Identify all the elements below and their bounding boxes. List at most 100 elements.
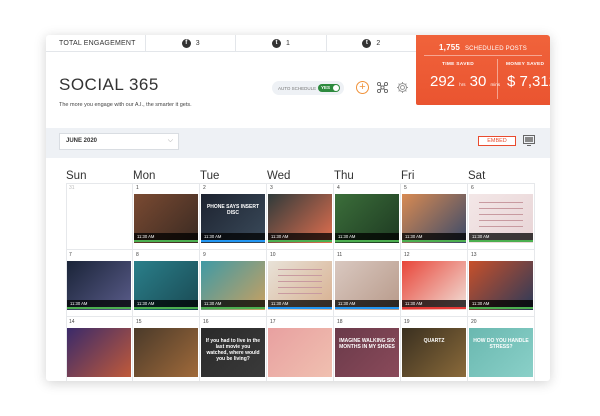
twitter-count: 1 (286, 39, 290, 47)
post-time: 11:30 AM (335, 233, 399, 240)
auto-schedule-control: AUTO SCHEDULE YES (272, 81, 344, 95)
day-number: 2 (203, 185, 206, 191)
month-select[interactable]: JUNE 2020 (59, 133, 179, 150)
calendar-day-2[interactable]: 2 PHONE SAYS INSERT DISC 11:30 AM (200, 183, 267, 250)
calendar-day-4[interactable]: 4 11:30 AM (334, 183, 401, 250)
calendar-day-15[interactable]: 15 (133, 317, 200, 381)
calendar-day-13[interactable]: 13 11:30 AM (468, 250, 535, 317)
post-time: 11:30 AM (201, 300, 265, 307)
facebook-icon: f (181, 38, 191, 48)
calendar-day-14[interactable]: 14 (66, 317, 133, 381)
day-number: 10 (270, 252, 276, 258)
engagement-bar: TOTAL ENGAGEMENT f 3 t 1 t 2 (46, 35, 416, 52)
add-post-icon[interactable]: + (356, 81, 369, 94)
post-time: 11:30 AM (402, 300, 466, 307)
calendar-day-16[interactable]: 16 If you had to live in the last movie y… (200, 317, 267, 381)
post-thumbnail[interactable]: QUARTZ (402, 328, 466, 377)
day-number: 15 (136, 319, 142, 325)
post-caption: QUARTZ (423, 338, 445, 344)
money-saved-amount: 7,312 (519, 73, 550, 90)
day-number: 11 (337, 252, 343, 258)
calendar-day-20[interactable]: 20 HOW DO YOU HANDLE STRESS? (468, 317, 535, 381)
embed-button[interactable]: EMBED (478, 136, 516, 146)
status-bar (134, 307, 198, 309)
engagement-tumblr[interactable]: t 2 (327, 35, 416, 51)
text-line (278, 287, 322, 288)
engagement-twitter[interactable]: t 1 (236, 35, 327, 51)
post-caption: PHONE SAYS INSERT DISC (206, 204, 260, 216)
post-thumbnail[interactable]: If you had to live in the last movie you… (201, 328, 265, 377)
day-number: 8 (136, 252, 139, 258)
day-number: 13 (471, 252, 477, 258)
status-bar (201, 240, 265, 242)
twitter-icon: t (272, 38, 282, 48)
day-number: 19 (404, 319, 410, 325)
day-number: 1 (136, 185, 139, 191)
scheduled-posts-label: SCHEDULED POSTS (464, 46, 527, 52)
weekday-fri: Fri (401, 170, 415, 182)
auto-schedule-label: AUTO SCHEDULE (278, 85, 317, 91)
text-line (479, 220, 523, 221)
engagement-title: TOTAL ENGAGEMENT (46, 35, 146, 51)
engagement-facebook[interactable]: f 3 (146, 35, 237, 51)
calendar-day-10[interactable]: 10 11:30 AM (267, 250, 334, 317)
day-number: 3 (270, 185, 273, 191)
post-time: 11:30 AM (201, 233, 265, 240)
app-title: SOCIAL 365 (59, 75, 159, 94)
day-number: 14 (69, 319, 75, 325)
day-number: 4 (337, 185, 340, 191)
app-subtitle: The more you engage with our A.I., the s… (59, 102, 192, 108)
status-bar (67, 307, 131, 309)
post-time: 11:30 AM (469, 233, 533, 240)
day-number: 6 (471, 185, 474, 191)
time-saved-label: TIME SAVED (442, 62, 474, 67)
time-saved-minutes: 30 (469, 73, 487, 90)
calendar-day-31[interactable]: 31 (66, 183, 133, 250)
scheduled-posts-summary: 1,755 SCHEDULED POSTS (416, 43, 550, 52)
day-number: 9 (203, 252, 206, 258)
calendar-day-12[interactable]: 12 11:30 AM (401, 250, 468, 317)
tumblr-icon: t (362, 38, 372, 48)
scheduled-posts-count: 1,755 (439, 43, 461, 52)
post-thumbnail[interactable]: HOW DO YOU HANDLE STRESS? (469, 328, 533, 377)
status-bar (201, 307, 265, 309)
calendar-day-9[interactable]: 9 11:30 AM (200, 250, 267, 317)
status-bar (402, 240, 466, 242)
tumblr-count: 2 (376, 39, 381, 47)
post-time: 11:30 AM (469, 300, 533, 307)
calendar-day-19[interactable]: 19 QUARTZ (401, 317, 468, 381)
money-saved-value: $ 7,312 (507, 73, 550, 90)
monitor-icon[interactable] (523, 135, 535, 146)
post-thumbnail[interactable]: IMAGINE WALKING SIX MONTHS IN MY SHOES (335, 328, 399, 377)
calendar-day-1[interactable]: 1 11:30 AM (133, 183, 200, 250)
text-line (479, 202, 523, 203)
post-time: 11:30 AM (268, 233, 332, 240)
status-bar (134, 240, 198, 242)
weekday-thu: Thu (334, 170, 354, 182)
weekday-sat: Sat (468, 170, 486, 182)
status-bar (469, 240, 533, 242)
calendar-day-8[interactable]: 8 11:30 AM (133, 250, 200, 317)
post-time: 11:30 AM (134, 233, 198, 240)
calendar-day-18[interactable]: 18 IMAGINE WALKING SIX MONTHS IN MY SHOES (334, 317, 401, 381)
calendar-day-17[interactable]: 17 (267, 317, 334, 381)
post-thumbnail[interactable] (268, 328, 332, 377)
day-number: 31 (69, 185, 75, 191)
app-card: TOTAL ENGAGEMENT f 3 t 1 t 2 SOCIAL 365 … (46, 35, 550, 381)
status-bar (268, 307, 332, 309)
calendar-day-7[interactable]: 7 11:30 AM (66, 250, 133, 317)
network-icon[interactable] (376, 81, 389, 94)
money-saved-label: MONEY SAVED (506, 62, 545, 67)
post-thumbnail[interactable] (67, 328, 131, 377)
calendar-day-11[interactable]: 11 11:30 AM (334, 250, 401, 317)
auto-schedule-toggle[interactable]: YES (318, 84, 340, 92)
post-thumbnail[interactable] (134, 328, 198, 377)
calendar-day-3[interactable]: 3 11:30 AM (267, 183, 334, 250)
calendar-day-5[interactable]: 5 11:30 AM (401, 183, 468, 250)
calendar-day-6[interactable]: 6 11:30 AM (468, 183, 535, 250)
status-bar (335, 240, 399, 242)
day-number: 17 (270, 319, 276, 325)
gear-icon[interactable] (396, 81, 409, 94)
status-bar (469, 307, 533, 309)
time-saved-value: 292 hrs 30 mins (430, 73, 500, 90)
